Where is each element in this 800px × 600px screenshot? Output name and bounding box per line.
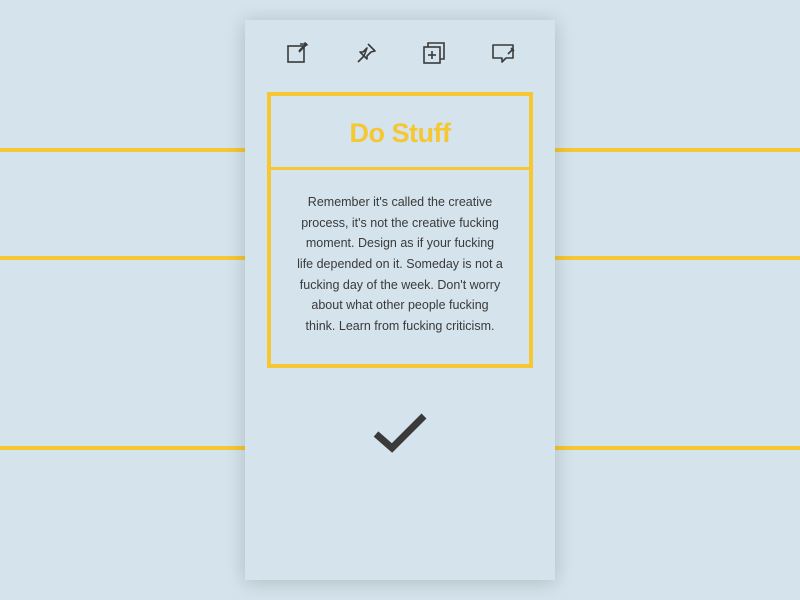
phone-frame: Do Stuff Remember it's called the creati…	[245, 20, 555, 580]
action-area	[245, 410, 555, 461]
compose-button[interactable]	[282, 38, 312, 68]
check-icon	[368, 410, 432, 456]
comment-button[interactable]	[488, 38, 518, 68]
note-card: Do Stuff Remember it's called the creati…	[267, 92, 533, 368]
toolbar	[245, 20, 555, 78]
duplicate-button[interactable]	[419, 38, 449, 68]
duplicate-plus-icon	[421, 40, 447, 66]
pin-icon	[354, 41, 378, 65]
card-body: Remember it's called the creative proces…	[271, 170, 529, 364]
pin-button[interactable]	[351, 38, 381, 68]
card-header: Do Stuff	[271, 96, 529, 170]
compose-icon	[285, 41, 309, 65]
done-button[interactable]	[368, 410, 432, 461]
comment-icon	[490, 41, 516, 65]
card-title: Do Stuff	[281, 118, 519, 149]
